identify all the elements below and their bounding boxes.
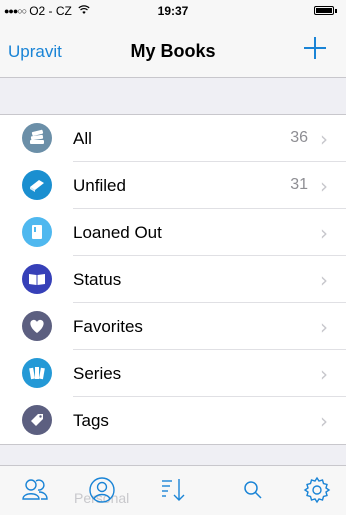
status-bar: ●●●○○ O2 - CZ 19:37 xyxy=(0,0,346,22)
navigation-bar: Upravit My Books xyxy=(0,22,346,78)
loaned-book-icon xyxy=(22,217,52,247)
search-icon[interactable] xyxy=(238,475,270,507)
chevron-right-icon: › xyxy=(320,362,328,386)
list-item-tags[interactable]: Tags › xyxy=(0,397,346,444)
list-item-label: All xyxy=(73,129,92,148)
books-stack-icon xyxy=(22,123,52,153)
series-books-icon xyxy=(22,358,52,388)
chevron-right-icon: › xyxy=(320,221,328,245)
tab-bar: Personal xyxy=(0,465,346,515)
chevron-right-icon: › xyxy=(320,409,328,433)
battery-fill xyxy=(316,8,332,13)
sort-icon[interactable] xyxy=(158,475,190,507)
collections-list: All 36 › Unfiled 31 › Loaned Out › Status › Favori… xyxy=(0,114,346,445)
tag-icon xyxy=(22,405,52,435)
open-book-icon xyxy=(22,264,52,294)
list-item-all[interactable]: All 36 › xyxy=(0,115,346,162)
list-item-label: Series xyxy=(73,364,122,383)
plus-icon[interactable] xyxy=(304,37,326,59)
list-item-favorites[interactable]: Favorites › xyxy=(0,303,346,350)
list-item-label: Status xyxy=(73,270,122,289)
chevron-right-icon: › xyxy=(320,127,328,151)
chevron-right-icon: › xyxy=(320,268,328,292)
list-item-count: 31 xyxy=(290,176,308,193)
list-item-label: Unfiled xyxy=(73,176,126,195)
list-item-unfiled[interactable]: Unfiled 31 › xyxy=(0,162,346,209)
page-title: My Books xyxy=(130,41,216,61)
battery-icon xyxy=(314,6,337,15)
list-item-series[interactable]: Series › xyxy=(0,350,346,397)
list-item-count: 36 xyxy=(290,129,308,146)
list-item-label: Loaned Out xyxy=(73,223,162,242)
book-icon xyxy=(22,170,52,200)
chevron-right-icon: › xyxy=(320,174,328,198)
status-time: 19:37 xyxy=(157,4,189,18)
list-item-label: Favorites xyxy=(73,317,143,336)
list-item-label: Tags xyxy=(73,411,109,430)
list-item-status[interactable]: Status › xyxy=(0,256,346,303)
heart-icon xyxy=(22,311,52,341)
list-item-loaned-out[interactable]: Loaned Out › xyxy=(0,209,346,256)
settings-icon[interactable] xyxy=(302,475,334,507)
contacts-icon[interactable] xyxy=(20,475,52,507)
chevron-right-icon: › xyxy=(320,315,328,339)
profile-icon[interactable] xyxy=(87,475,119,507)
